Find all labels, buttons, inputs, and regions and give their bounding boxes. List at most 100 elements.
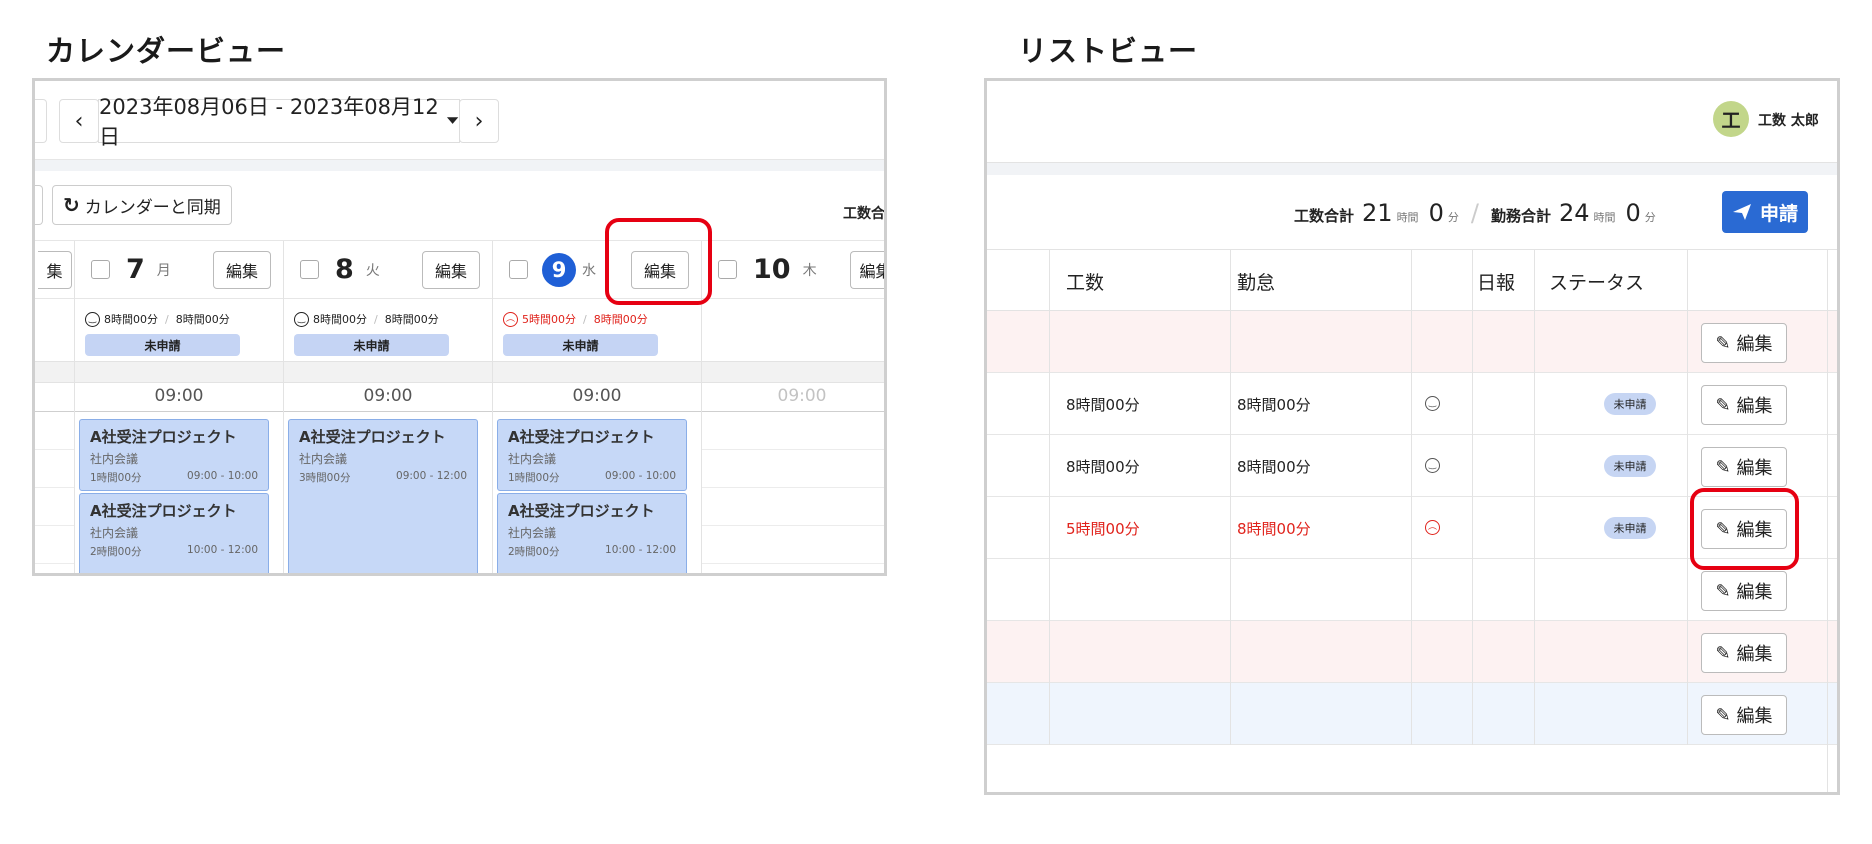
work-total-hours: 21 — [1362, 199, 1393, 227]
event-duration: 1時間00分 — [508, 472, 560, 484]
edit-label: 編集 — [1736, 458, 1773, 479]
status-badge: 未申請 — [85, 334, 240, 356]
smile-icon: ‿ — [294, 311, 309, 327]
column-attendance: 勤怠 — [1237, 272, 1276, 294]
prev-week-button[interactable]: ‹ — [59, 99, 99, 143]
attendance-total-hours: 24 — [1558, 199, 1590, 227]
frown-icon: ︵ — [1425, 520, 1440, 535]
day-checkbox[interactable] — [91, 260, 110, 279]
edit-button[interactable]: ✎ 編集 — [1701, 447, 1787, 487]
event-time-range: 10:00 - 12:00 — [187, 544, 258, 556]
list-header-bar: 工 工数 太郎 — [987, 81, 1837, 163]
apply-button[interactable]: 申請 — [1722, 191, 1808, 233]
date-range-text: 2023年08月06日 - 2023年08月12日 — [99, 95, 439, 149]
edit-label: 編集 — [1736, 644, 1773, 665]
time-line — [35, 411, 74, 412]
divider-band — [987, 163, 1837, 175]
user-name: 工数 太郎 — [1758, 113, 1819, 129]
highlight-box — [1690, 488, 1799, 570]
avatar[interactable]: 工 — [1713, 101, 1749, 137]
smile-icon: ‿ — [1425, 396, 1440, 411]
calendar-event[interactable]: A社受注プロジェクト 社内会議 1時間00分 09:00 - 10:00 — [79, 419, 269, 491]
day-of-week: 木 — [802, 262, 817, 279]
pencil-icon: ✎ — [1715, 456, 1731, 478]
smile-icon: ‿ — [1425, 458, 1440, 473]
sync-calendar-button[interactable]: ↻ カレンダーと同期 — [52, 185, 232, 225]
edit-button[interactable]: ✎ 編集 — [1701, 633, 1787, 673]
table-row: ✎ 編集 — [987, 311, 1837, 373]
time-label: 09:00 — [154, 386, 204, 406]
list-view-panel: 工 工数 太郎 工数合計 21 時間 0 分 / 勤務合計 24 時間 0 分 … — [984, 78, 1840, 795]
attendance-cell: 8時間00分 — [1237, 396, 1311, 414]
day-of-week: 月 — [156, 262, 171, 279]
pencil-icon: ✎ — [1715, 394, 1731, 416]
day-header: 10 木 編集 — [702, 241, 884, 299]
hours-unit: 時間 — [1396, 211, 1419, 224]
calendar-toolbar: ↻ カレンダーと同期 工数合 — [35, 171, 884, 241]
event-title: A社受注プロジェクト — [90, 428, 237, 446]
calendar-event[interactable]: A社受注プロジェクト 社内会議 2時間00分 10:00 - 12:00 — [497, 493, 687, 573]
event-subtitle: 社内会議 — [508, 526, 557, 540]
caret-down-icon — [446, 117, 459, 124]
day-number: 10 — [753, 254, 791, 285]
event-time-range: 09:00 - 10:00 — [605, 470, 676, 482]
day-checkbox[interactable] — [718, 260, 737, 279]
event-subtitle: 社内会議 — [299, 452, 348, 466]
all-day-band — [75, 361, 283, 383]
smile-icon: ‿ — [85, 311, 100, 327]
table-header: 工数 勤怠 日報 ステータス — [987, 250, 1837, 311]
edit-button[interactable]: ✎ 編集 — [1701, 323, 1787, 363]
edit-button-partial[interactable]: 集 — [38, 251, 72, 289]
hours-unit: 時間 — [1593, 211, 1616, 224]
attendance-hours: 8時間00分 — [593, 313, 648, 326]
apply-label: 申請 — [1759, 202, 1798, 225]
day-summary: ‿ 8時間00分 / 8時間00分 未申請 — [75, 299, 283, 361]
event-title: A社受注プロジェクト — [90, 502, 237, 520]
all-day-band — [702, 361, 884, 383]
column-report: 日報 — [1477, 272, 1516, 294]
left-control-partial[interactable] — [35, 99, 47, 143]
day-checkbox[interactable] — [300, 260, 319, 279]
day-checkbox[interactable] — [509, 260, 528, 279]
pencil-icon: ✎ — [1715, 704, 1731, 726]
day-edit-button[interactable]: 編集 — [422, 251, 480, 289]
event-time-range: 09:00 - 12:00 — [396, 470, 467, 482]
refresh-icon: ↻ — [63, 193, 80, 217]
day-of-week: 火 — [365, 262, 380, 279]
time-line — [702, 411, 884, 412]
table-row: ✎ 編集 — [987, 683, 1837, 745]
edit-label: 編集 — [1736, 334, 1773, 355]
date-range-picker[interactable]: 2023年08月06日 - 2023年08月12日 — [98, 95, 460, 149]
left-control-partial[interactable] — [35, 185, 43, 225]
column-work: 工数 — [1066, 272, 1105, 294]
attendance-cell: 8時間00分 — [1237, 458, 1311, 476]
edit-button[interactable]: ✎ 編集 — [1701, 695, 1787, 735]
calendar-event[interactable]: A社受注プロジェクト 社内会議 2時間00分 10:00 - 12:00 — [79, 493, 269, 573]
edit-button[interactable]: ✎ 編集 — [1701, 385, 1787, 425]
status-badge: 未申請 — [1604, 393, 1656, 415]
work-hours: 5時間00分 — [522, 313, 576, 326]
pencil-icon: ✎ — [1715, 332, 1731, 354]
all-day-band — [284, 361, 492, 383]
day-number: 7 — [126, 254, 145, 285]
separator: / — [1470, 199, 1479, 227]
time-label: 09:00 — [777, 386, 827, 406]
next-week-button[interactable]: › — [459, 99, 499, 143]
frown-icon: ︵ — [503, 311, 518, 327]
calendar-view-heading: カレンダービュー — [46, 34, 287, 68]
event-subtitle: 社内会議 — [90, 452, 139, 466]
attendance-hours: 8時間00分 — [175, 313, 230, 326]
day-header: 8 火 編集 — [284, 241, 492, 299]
calendar-event[interactable]: A社受注プロジェクト 社内会議 3時間00分 09:00 - 12:00 — [288, 419, 478, 573]
event-title: A社受注プロジェクト — [508, 428, 655, 446]
column-status: ステータス — [1549, 272, 1645, 294]
edit-button[interactable]: ✎ 編集 — [1701, 571, 1787, 611]
all-day-band — [493, 361, 701, 383]
day-edit-button[interactable]: 編集 — [850, 251, 884, 289]
attendance-cell: 8時間00分 — [1237, 520, 1311, 538]
day-number-today: 9 — [542, 252, 576, 287]
calendar-event[interactable]: A社受注プロジェクト 社内会議 1時間00分 09:00 - 10:00 — [497, 419, 687, 491]
day-of-week: 水 — [582, 262, 596, 279]
work-cell: 8時間00分 — [1066, 396, 1140, 414]
day-edit-button[interactable]: 編集 — [213, 251, 271, 289]
